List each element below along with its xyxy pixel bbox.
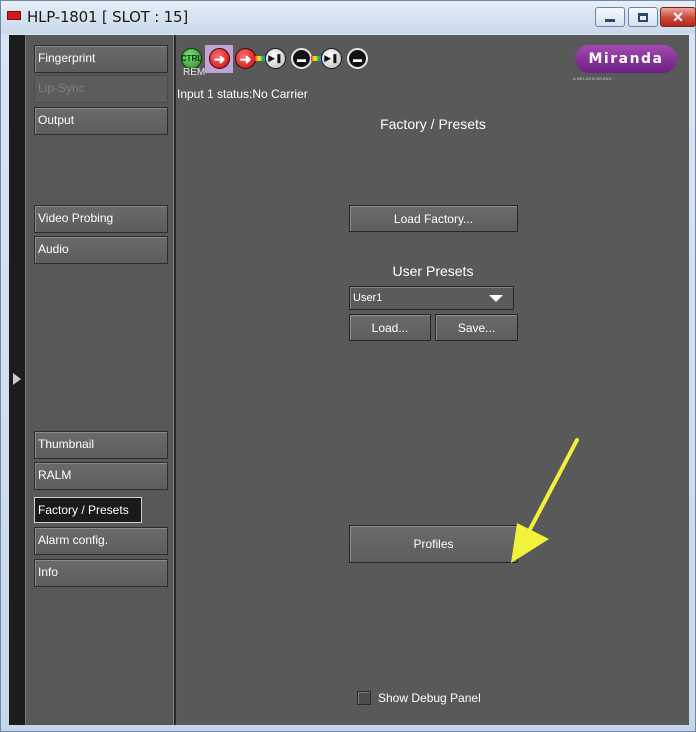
- app-content: Fingerprint Lip-Sync Output Video Probin…: [9, 35, 689, 725]
- profiles-button[interactable]: Profiles: [349, 525, 518, 563]
- load-preset-button[interactable]: Load...: [349, 314, 431, 341]
- video-icon[interactable]: ▬: [347, 48, 368, 69]
- input-arrow-icon[interactable]: ➜: [209, 48, 230, 69]
- maximize-icon: [638, 12, 648, 22]
- page-title: Factory / Presets: [380, 116, 486, 132]
- output-arrow-icon[interactable]: ➜: [235, 48, 256, 69]
- video-icon[interactable]: ▬: [291, 48, 312, 69]
- ctrl-icon[interactable]: CTRL: [181, 48, 202, 69]
- nav-item-factory-presets[interactable]: Factory / Presets: [34, 497, 142, 523]
- play-icon[interactable]: ▶❚: [265, 48, 286, 69]
- app-icon: [7, 11, 21, 20]
- close-icon: ✕: [672, 9, 684, 25]
- close-button[interactable]: ✕: [660, 7, 696, 27]
- save-preset-button[interactable]: Save...: [435, 314, 518, 341]
- user-presets-heading: User Presets: [392, 263, 474, 279]
- nav-item-fingerprint[interactable]: Fingerprint: [34, 45, 168, 73]
- nav-item-info[interactable]: Info: [34, 559, 168, 587]
- nav-item-alarm-config[interactable]: Alarm config.: [34, 527, 168, 555]
- preset-select[interactable]: User1: [349, 286, 514, 310]
- play-icon[interactable]: ▶❚: [321, 48, 342, 69]
- logo-subtitle: A BELDEN BRAND: [573, 76, 612, 81]
- nav-item-lip-sync: Lip-Sync: [34, 75, 168, 103]
- collapse-strip[interactable]: [9, 35, 26, 725]
- nav-item-video-probing[interactable]: Video Probing: [34, 205, 168, 233]
- debug-panel-toggle[interactable]: Show Debug Panel: [357, 691, 481, 705]
- miranda-logo: Miranda: [575, 45, 677, 73]
- panel-divider[interactable]: [173, 35, 176, 725]
- maximize-button[interactable]: [628, 7, 658, 27]
- nav-item-output[interactable]: Output: [34, 107, 168, 135]
- rem-label: REM: [183, 67, 206, 78]
- title-bar[interactable]: HLP-1801 [ SLOT : 15] ✕: [1, 1, 696, 34]
- expand-arrow-icon[interactable]: [13, 373, 21, 385]
- app-window: HLP-1801 [ SLOT : 15] ✕ Fingerprint Lip-…: [0, 0, 696, 732]
- window-title: HLP-1801 [ SLOT : 15]: [27, 8, 188, 26]
- ctrl-label: CTRL: [180, 54, 203, 63]
- annotation-arrow-icon: [511, 438, 579, 563]
- debug-label: Show Debug Panel: [378, 691, 481, 705]
- debug-checkbox[interactable]: [357, 691, 371, 705]
- minimize-button[interactable]: [595, 7, 625, 27]
- nav-item-ralm[interactable]: RALM: [34, 462, 168, 490]
- nav-panel: Fingerprint Lip-Sync Output Video Probin…: [29, 35, 171, 725]
- nav-item-thumbnail[interactable]: Thumbnail: [34, 431, 168, 459]
- minimize-icon: [605, 18, 615, 22]
- nav-item-audio[interactable]: Audio: [34, 236, 168, 264]
- main-panel: CTRL REM ➜ ➜ ▶❚ ▬ ▶❚ ▬ Miranda A BELDEN …: [177, 35, 689, 725]
- input-status: Input 1 status:No Carrier: [177, 87, 308, 101]
- annotation-arrow-shaft: [525, 438, 579, 537]
- load-factory-button[interactable]: Load Factory...: [349, 205, 518, 232]
- preset-select-value: User1: [353, 292, 383, 304]
- chevron-down-icon: [489, 295, 503, 302]
